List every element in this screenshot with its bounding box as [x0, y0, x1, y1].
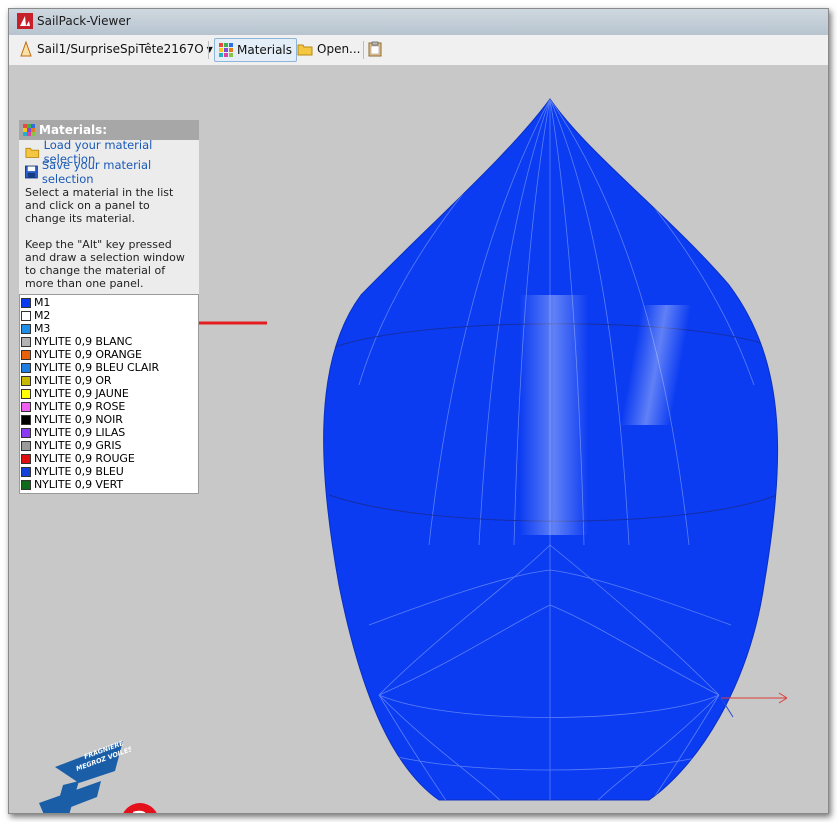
fragniere-megroz-logo: FRAGNIERE MEGROZ VOILES — [35, 737, 134, 813]
material-list-item[interactable]: NYLITE 0,9 BLANC — [21, 335, 198, 348]
material-name: NYLITE 0,9 ROUGE — [34, 452, 135, 465]
material-list-item[interactable]: NYLITE 0,9 NOIR — [21, 413, 198, 426]
material-color-swatch — [21, 401, 31, 412]
toolbar-separator — [363, 41, 364, 59]
3d-viewport[interactable]: Materials: Load your material selection … — [9, 65, 828, 813]
brand-logo-icon: FRAGNIERE MEGROZ VOILES — [39, 739, 134, 813]
open-button[interactable]: Open... — [297, 38, 361, 60]
material-list-item[interactable]: NYLITE 0,9 VERT — [21, 478, 198, 491]
material-color-swatch — [21, 479, 31, 490]
material-name: NYLITE 0,9 OR — [34, 374, 112, 387]
material-name: NYLITE 0,9 NOIR — [34, 413, 123, 426]
material-list-item[interactable]: NYLITE 0,9 ORANGE — [21, 348, 198, 361]
materials-panel-body: Load your material selection Save your m… — [19, 138, 199, 294]
material-name: NYLITE 0,9 JAUNE — [34, 387, 129, 400]
material-name: M3 — [34, 322, 51, 335]
material-list-item[interactable]: NYLITE 0,9 ROSE — [21, 400, 198, 413]
clipboard-icon — [368, 41, 382, 57]
material-list-item[interactable]: M3 — [21, 322, 198, 335]
material-list-item[interactable]: NYLITE 0,9 GRIS — [21, 439, 198, 452]
material-color-swatch — [21, 440, 31, 451]
material-color-swatch — [21, 362, 31, 373]
instructions-alt-key: Keep the "Alt" key pressed and draw a se… — [25, 238, 185, 290]
material-list-item[interactable]: NYLITE 0,9 LILAS — [21, 426, 198, 439]
material-name: NYLITE 0,9 ORANGE — [34, 348, 142, 361]
materials-instructions: Select a material in the list and click … — [25, 186, 193, 290]
materials-panel-title: Materials: — [39, 123, 108, 137]
sail-selector-dropdown[interactable]: Sail1/SurpriseSpiTête2167O ▼ — [19, 38, 213, 60]
material-color-swatch — [21, 466, 31, 477]
material-name: NYLITE 0,9 ROSE — [34, 400, 126, 413]
material-color-swatch — [21, 388, 31, 399]
material-color-swatch — [21, 427, 31, 438]
material-color-swatch — [21, 310, 31, 321]
window-title: SailPack-Viewer — [37, 14, 131, 28]
material-name: M1 — [34, 296, 51, 309]
title-bar: SailPack-Viewer — [9, 9, 828, 35]
material-list-item[interactable]: NYLITE 0,9 JAUNE — [21, 387, 198, 400]
material-name: NYLITE 0,9 BLEU — [34, 465, 124, 478]
materials-list[interactable]: M1 M2 M3 NYLITE 0,9 BLANC NYLITE 0,9 ORANGE N… — [19, 294, 199, 494]
save-material-selection-link[interactable]: Save your material selection — [25, 158, 193, 186]
app-window: SailPack-Viewer Sail1/SurpriseSpiTête216… — [8, 8, 829, 814]
toolbar-separator — [208, 41, 209, 59]
material-name: NYLITE 0,9 LILAS — [34, 426, 126, 439]
material-name: NYLITE 0,9 VERT — [34, 478, 124, 491]
material-color-swatch — [21, 375, 31, 386]
clipboard-button[interactable] — [367, 38, 387, 60]
material-color-swatch — [21, 336, 31, 347]
material-list-item[interactable]: M1 — [21, 296, 198, 309]
sail-selector-label: Sail1/SurpriseSpiTête2167O — [37, 42, 204, 56]
open-button-label: Open... — [317, 42, 361, 56]
material-color-swatch — [21, 349, 31, 360]
material-list-item[interactable]: NYLITE 0,9 BLEU CLAIR — [21, 361, 198, 374]
materials-grid-icon — [219, 43, 233, 57]
toolbar: Sail1/SurpriseSpiTête2167O ▼ Materials O… — [9, 35, 828, 66]
materials-panel-header: Materials: — [19, 120, 199, 140]
materials-panel: Materials: Load your material selection … — [19, 120, 199, 494]
material-list-item[interactable]: NYLITE 0,9 OR — [21, 374, 198, 387]
instructions-select: Select a material in the list and click … — [25, 186, 174, 225]
material-name: NYLITE 0,9 BLEU CLAIR — [34, 361, 160, 374]
material-color-swatch — [21, 414, 31, 425]
folder-icon — [297, 44, 313, 56]
sail-reflection — [519, 295, 589, 535]
material-name: M2 — [34, 309, 51, 322]
material-list-item[interactable]: NYLITE 0,9 ROUGE — [21, 452, 198, 465]
materials-button[interactable]: Materials — [214, 38, 298, 62]
material-list-item[interactable]: NYLITE 0,9 BLEU — [21, 465, 198, 478]
save-link-label: Save your material selection — [41, 158, 152, 186]
sail-icon — [20, 41, 32, 57]
app-logo-icon — [17, 13, 33, 29]
material-color-swatch — [21, 453, 31, 464]
material-color-swatch — [21, 323, 31, 334]
material-name: NYLITE 0,9 BLANC — [34, 335, 133, 348]
materials-grid-icon — [23, 124, 35, 136]
materials-button-label: Materials — [237, 43, 293, 57]
folder-icon — [25, 147, 40, 158]
floppy-disk-icon — [25, 165, 38, 179]
material-color-swatch — [21, 297, 31, 308]
material-name: NYLITE 0,9 GRIS — [34, 439, 122, 452]
material-list-item[interactable]: M2 — [21, 309, 198, 322]
